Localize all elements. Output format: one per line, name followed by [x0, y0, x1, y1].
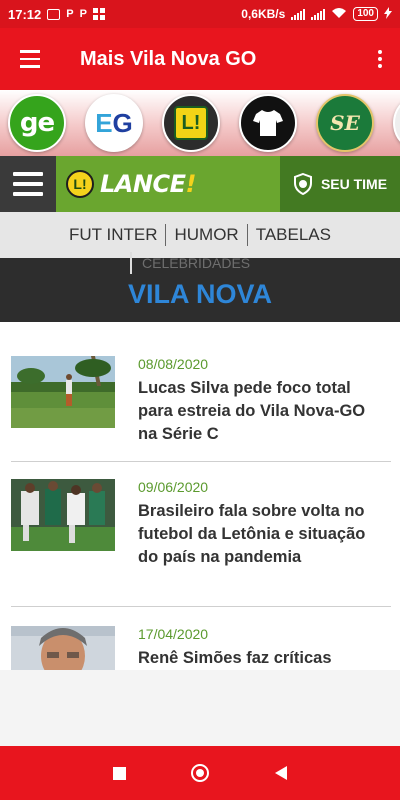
menu-icon[interactable] [0, 28, 60, 90]
lance-badge-icon: L! [66, 170, 94, 198]
article-thumbnail[interactable] [11, 479, 115, 551]
article-divider [11, 606, 391, 607]
article-divider [11, 461, 391, 462]
article-headline[interactable]: Renê Simões faz críticas [138, 647, 368, 670]
shirt-logo[interactable] [239, 94, 297, 152]
article-thumbnail[interactable] [11, 356, 115, 428]
lance-logo[interactable]: L! LANCE! [66, 170, 196, 198]
lance-header: L! LANCE! SEU TIME [0, 156, 400, 212]
recents-icon[interactable] [112, 766, 126, 780]
shield-icon [293, 173, 312, 195]
tab-humor[interactable]: HUMOR [166, 225, 246, 245]
system-nav-bar [0, 746, 400, 800]
article-thumbnail[interactable] [11, 626, 115, 670]
empty-area [0, 670, 400, 746]
app-bar: Mais Vila Nova GO [0, 28, 400, 90]
home-icon[interactable] [191, 764, 210, 782]
network-speed: 0,6KB/s [241, 7, 286, 21]
back-icon[interactable] [275, 766, 288, 780]
more-options-icon[interactable] [360, 28, 400, 90]
signal-icon-2 [311, 8, 326, 20]
article-list: 08/08/2020 Lucas Silva pede foco total p… [0, 322, 400, 670]
tab-separator [130, 252, 132, 274]
charging-icon [384, 6, 392, 22]
signal-icon [291, 8, 306, 20]
article-date: 09/06/2020 [138, 479, 209, 495]
seu-time-button[interactable]: SEU TIME [280, 156, 400, 212]
tab-celebridades-overflow[interactable]: CELEBRIDADES [130, 252, 250, 274]
tab-tabelas[interactable]: TABELAS [248, 225, 339, 245]
tab-celebridades[interactable]: CELEBRIDADES [142, 255, 250, 271]
tab-fut-inter[interactable]: FUT INTER [61, 225, 165, 245]
lance-menu-icon[interactable] [0, 156, 56, 212]
eg-logo[interactable]: EG [85, 94, 143, 152]
battery-icon: 100 [353, 7, 378, 21]
status-time: 17:12 [8, 6, 42, 22]
p-icon: P [79, 8, 87, 20]
p-icon: P [66, 8, 74, 20]
seu-time-label: SEU TIME [320, 176, 388, 192]
article-date: 08/08/2020 [138, 356, 209, 372]
section-title: VILA NOVA [127, 278, 272, 309]
lance-circle-logo[interactable]: L! [162, 94, 220, 152]
wifi-icon [331, 7, 347, 22]
article-headline[interactable]: Brasileiro fala sobre volta no futebol d… [138, 500, 368, 569]
lance-wordmark: LANCE! [100, 170, 196, 198]
partial-logo[interactable] [393, 94, 400, 152]
app-title: Mais Vila Nova GO [80, 47, 257, 70]
ge-logo[interactable]: ge [8, 94, 66, 152]
windows-icon [92, 8, 105, 20]
article-headline[interactable]: Lucas Silva pede foco total para estreia… [138, 377, 368, 446]
section-header: CELEBRIDADES VILA NOVA [0, 252, 400, 322]
article-date: 17/04/2020 [138, 626, 209, 642]
image-icon [47, 8, 61, 20]
source-logos-strip: ge EG L! SE [0, 90, 400, 156]
se-logo[interactable]: SE [316, 94, 374, 152]
status-bar: 17:12 P P 0,6KB/s 100 [0, 0, 400, 28]
